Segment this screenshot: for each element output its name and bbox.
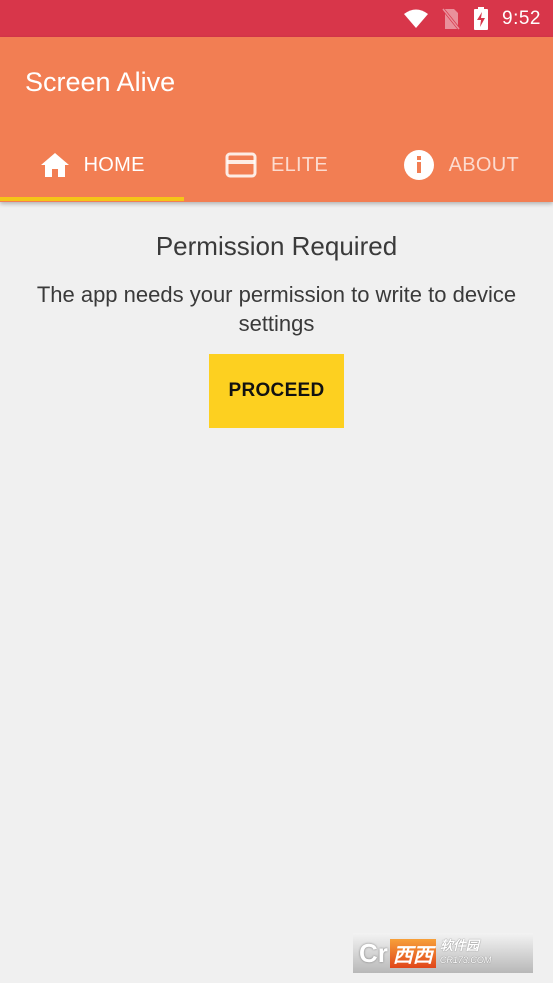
watermark-cn-text: 软件园 [439,938,479,953]
no-sim-icon [442,7,461,30]
app-bar: Screen Alive HOME ELITE ABOUT [0,37,553,202]
battery-charging-icon [474,7,489,30]
tab-bar: HOME ELITE ABOUT [0,129,553,201]
wifi-icon [404,9,429,29]
tab-home-label: HOME [83,153,145,176]
permission-heading: Permission Required [155,231,398,261]
home-content: Permission Required The app needs your p… [0,202,553,428]
home-icon [40,152,70,178]
tab-elite-label: ELITE [270,153,329,176]
watermark-url: CR173.COM [439,955,492,965]
proceed-button[interactable]: PROCEED [209,354,344,428]
watermark-text-block: 软件园 CR173.COM [440,939,492,967]
tab-elite[interactable]: ELITE [184,129,368,201]
credit-card-icon [225,152,257,178]
tab-home[interactable]: HOME [0,129,185,201]
tab-active-indicator [0,197,185,201]
app-title: Screen Alive [25,67,176,97]
watermark-logo: Cr 西西 软件园 CR173.COM [353,933,533,973]
watermark-cr-logo: Cr [359,937,388,968]
permission-message: The app needs your permission to write t… [36,282,517,336]
status-time: 9:52 [502,7,541,29]
tab-about[interactable]: ABOUT [369,129,553,201]
info-icon [403,149,435,181]
tab-about-label: ABOUT [448,153,520,176]
watermark-red-text: 西西 [389,938,436,968]
status-bar: 9:52 [0,0,553,37]
